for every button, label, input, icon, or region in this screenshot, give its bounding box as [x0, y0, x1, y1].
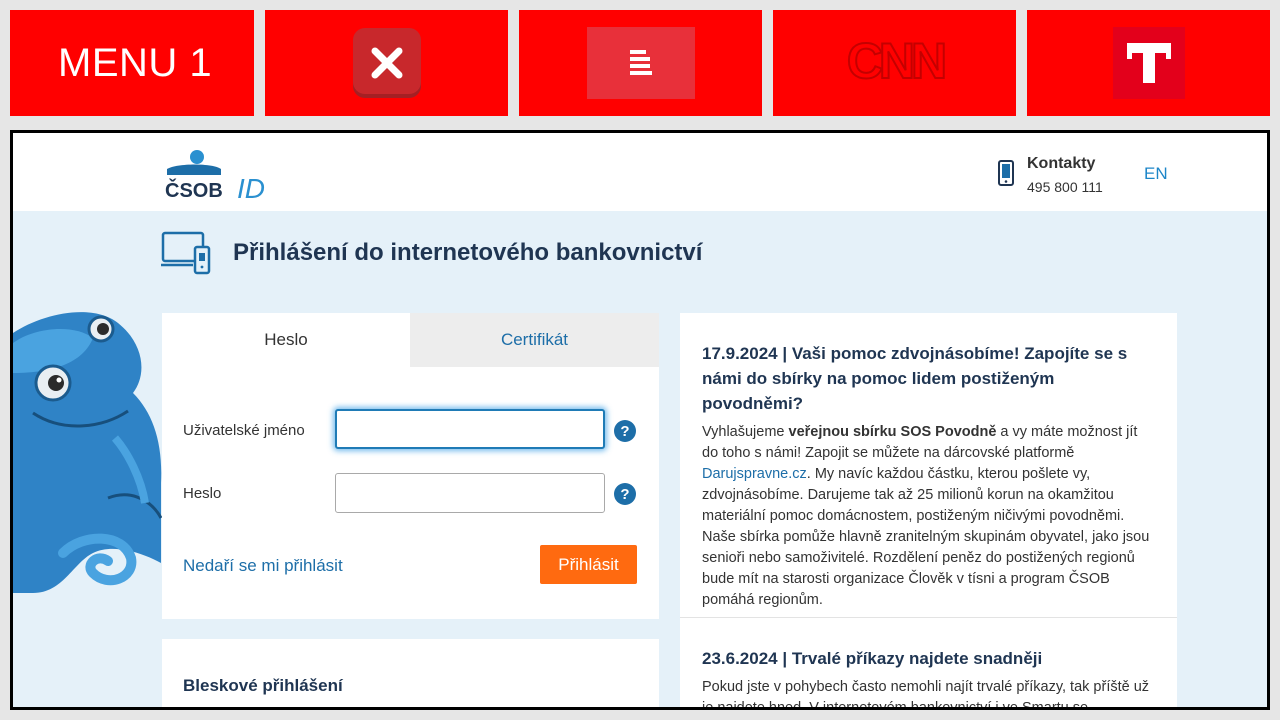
news-item: 23.6.2024 | Trvalé příkazy najdete snadn…: [702, 646, 1157, 710]
password-label: Heslo: [183, 485, 222, 502]
tab-certificate-label: Certifikát: [500, 330, 569, 349]
darujspravne-link[interactable]: Darujspravne.cz: [702, 466, 807, 482]
cnn-logo: CNN: [835, 33, 955, 93]
password-input[interactable]: [335, 473, 605, 513]
lines-app-tile[interactable]: [519, 10, 762, 116]
t-logo: [1112, 27, 1185, 99]
username-label: Uživatelské jméno: [183, 422, 305, 439]
brand-suffix: ID: [237, 173, 265, 203]
phone-icon: [998, 160, 1014, 191]
csob-id-logo[interactable]: ČSOB ID: [163, 147, 283, 204]
news-item: 17.9.2024 | Vaši pomoc zdvojnásobíme! Za…: [702, 341, 1157, 611]
menu-1-tile[interactable]: MENU 1: [10, 10, 254, 116]
brand-text: ČSOB: [165, 178, 223, 202]
news-body: Vyhlašujeme veřejnou sbírku SOS Povodně …: [702, 424, 1150, 608]
login-button[interactable]: Přihlásit: [540, 545, 637, 584]
password-help-icon[interactable]: ?: [614, 483, 636, 505]
forgot-login-link[interactable]: Nedaří se mi přihlásit: [183, 556, 343, 576]
news-title[interactable]: 23.6.2024 | Trvalé příkazy najdete snadn…: [702, 646, 1157, 671]
chameleon-mascot-image: [13, 303, 163, 608]
browser-frame: ČSOB ID Kontakty 495 800 111 EN Přihláše…: [10, 130, 1270, 710]
app-menubar: MENU 1 CNN: [0, 0, 1280, 122]
tab-password-label: Heslo: [264, 330, 308, 349]
contact-title[interactable]: Kontakty: [1027, 155, 1095, 173]
page-title: Přihlášení do internetového bankovnictví: [233, 239, 703, 266]
quick-login-title[interactable]: Bleskové přihlášení: [183, 676, 343, 696]
cnn-app-tile[interactable]: CNN: [773, 10, 1016, 116]
cnn-logo-text: CNN: [846, 33, 943, 89]
news-divider: [680, 617, 1177, 618]
site-header: ČSOB ID Kontakty 495 800 111 EN: [13, 133, 1267, 211]
username-input[interactable]: [335, 409, 605, 449]
news-title[interactable]: 17.9.2024 | Vaši pomoc zdvojnásobíme! Za…: [702, 341, 1157, 416]
lines-app-icon: [586, 27, 695, 99]
news-body: Pokud jste v pohybech často nemohli nají…: [702, 679, 1150, 710]
quick-login-panel: Bleskové přihlášení: [162, 639, 659, 707]
login-panel: Heslo Certifikát Uživatelské jméno ? Hes…: [162, 313, 659, 619]
username-help-icon[interactable]: ?: [614, 420, 636, 442]
news-panel: 17.9.2024 | Vaši pomoc zdvojnásobíme! Za…: [680, 313, 1177, 710]
t-app-tile[interactable]: [1027, 10, 1270, 116]
x-app-tile[interactable]: [265, 10, 508, 116]
menu-1-label: MENU 1: [58, 40, 213, 85]
tab-certificate[interactable]: Certifikát: [410, 313, 659, 367]
contact-phone[interactable]: 495 800 111: [1027, 179, 1103, 195]
devices-icon: [161, 231, 213, 282]
tab-password[interactable]: Heslo: [162, 313, 410, 367]
language-switch[interactable]: EN: [1144, 164, 1168, 184]
x-app-icon: [352, 28, 421, 98]
